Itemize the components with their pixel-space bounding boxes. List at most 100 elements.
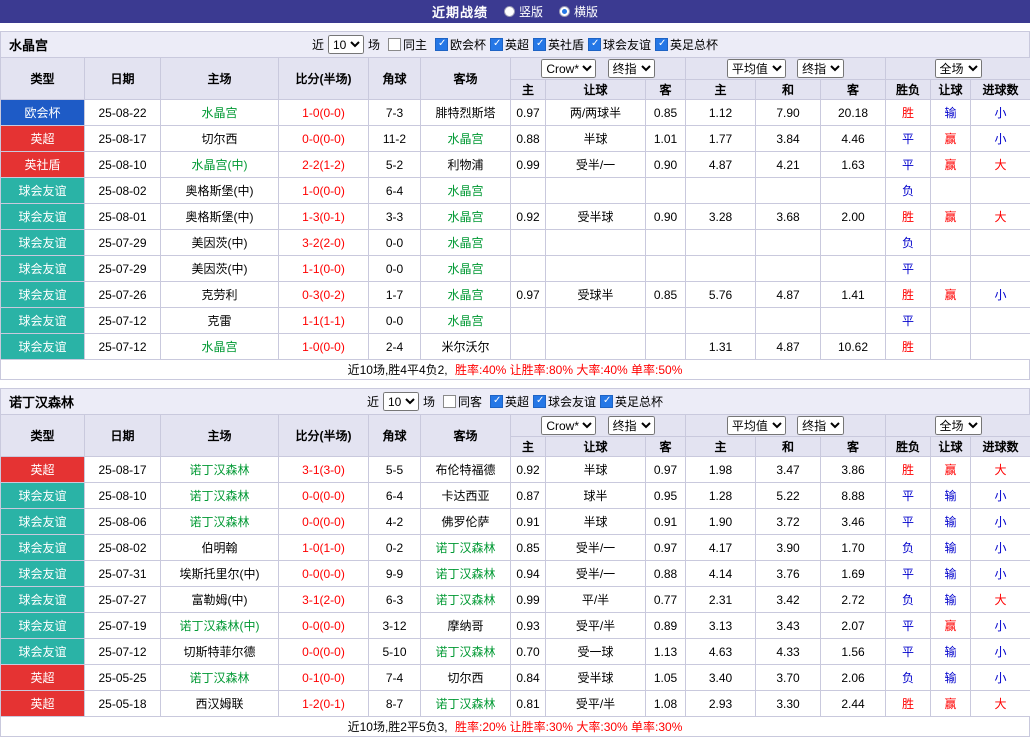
match-score[interactable]: 0-0(0-0) xyxy=(279,483,369,509)
ah-final-select[interactable]: 终指 xyxy=(608,416,655,435)
checkbox-checked-icon[interactable] xyxy=(435,38,448,51)
match-score[interactable]: 1-0(0-0) xyxy=(279,334,369,360)
away-team[interactable]: 卡达西亚 xyxy=(421,483,511,509)
home-team[interactable]: 伯明翰 xyxy=(161,535,279,561)
eu-final-select[interactable]: 终指 xyxy=(797,59,844,78)
away-team[interactable]: 水晶宫 xyxy=(421,204,511,230)
match-score[interactable]: 3-1(3-0) xyxy=(279,457,369,483)
match-score[interactable]: 1-1(0-0) xyxy=(279,256,369,282)
checkbox-unchecked-icon[interactable] xyxy=(388,38,401,51)
checkbox-unchecked-icon[interactable] xyxy=(443,395,456,408)
home-team[interactable]: 切斯特菲尔德 xyxy=(161,639,279,665)
layout-mode-vertical[interactable]: 竖版 xyxy=(504,3,543,20)
match-type-badge: 球会友谊 xyxy=(1,282,85,308)
home-team[interactable]: 西汉姆联 xyxy=(161,691,279,717)
radio-vertical-icon[interactable] xyxy=(504,6,515,17)
fulltime-select[interactable]: 全场 xyxy=(935,416,982,435)
away-team[interactable]: 摩纳哥 xyxy=(421,613,511,639)
home-team[interactable]: 诺丁汉森林 xyxy=(161,665,279,691)
col-type: 类型 xyxy=(1,415,85,457)
match-score[interactable]: 3-2(2-0) xyxy=(279,230,369,256)
away-team[interactable]: 诺丁汉森林 xyxy=(421,535,511,561)
away-team[interactable]: 水晶宫 xyxy=(421,230,511,256)
away-team[interactable]: 诺丁汉森林 xyxy=(421,639,511,665)
eu-average-select[interactable]: 平均值 xyxy=(727,59,786,78)
ah-final-select[interactable]: 终指 xyxy=(608,59,655,78)
league-filter[interactable]: 欧会杯 xyxy=(435,36,486,53)
league-filter[interactable]: 英足总杯 xyxy=(655,36,718,53)
home-team[interactable]: 诺丁汉森林 xyxy=(161,509,279,535)
away-team[interactable]: 诺丁汉森林 xyxy=(421,561,511,587)
away-team[interactable]: 水晶宫 xyxy=(421,308,511,334)
home-team[interactable]: 诺丁汉森林 xyxy=(161,483,279,509)
radio-horizontal-icon[interactable] xyxy=(559,6,570,17)
away-team[interactable]: 佛罗伦萨 xyxy=(421,509,511,535)
match-score[interactable]: 3-1(2-0) xyxy=(279,587,369,613)
match-score[interactable]: 0-1(0-0) xyxy=(279,665,369,691)
eu-final-select[interactable]: 终指 xyxy=(797,416,844,435)
match-score[interactable]: 0-0(0-0) xyxy=(279,561,369,587)
checkbox-checked-icon[interactable] xyxy=(588,38,601,51)
checkbox-checked-icon[interactable] xyxy=(490,38,503,51)
home-team[interactable]: 水晶宫(中) xyxy=(161,152,279,178)
away-team[interactable]: 水晶宫 xyxy=(421,126,511,152)
match-count-select[interactable]: 10 xyxy=(383,392,419,411)
away-team[interactable]: 水晶宫 xyxy=(421,282,511,308)
layout-mode-horizontal[interactable]: 横版 xyxy=(559,3,598,20)
checkbox-checked-icon[interactable] xyxy=(533,38,546,51)
away-team[interactable]: 水晶宫 xyxy=(421,256,511,282)
league-filter[interactable]: 球会友谊 xyxy=(533,393,596,410)
match-score[interactable]: 2-2(1-2) xyxy=(279,152,369,178)
home-team[interactable]: 富勒姆(中) xyxy=(161,587,279,613)
home-team[interactable]: 奥格斯堡(中) xyxy=(161,178,279,204)
league-filter[interactable]: 英社盾 xyxy=(533,36,584,53)
away-team[interactable]: 诺丁汉森林 xyxy=(421,587,511,613)
bookmaker-select[interactable]: Crow* xyxy=(541,416,596,435)
fulltime-select[interactable]: 全场 xyxy=(935,59,982,78)
same-venue-filter[interactable]: 同主 xyxy=(388,36,427,53)
match-score[interactable]: 1-3(0-1) xyxy=(279,204,369,230)
league-filter[interactable]: 英足总杯 xyxy=(600,393,663,410)
match-score[interactable]: 0-0(0-0) xyxy=(279,639,369,665)
away-team[interactable]: 腓特烈斯塔 xyxy=(421,100,511,126)
match-score[interactable]: 0-0(0-0) xyxy=(279,613,369,639)
league-filter[interactable]: 球会友谊 xyxy=(588,36,651,53)
home-team[interactable]: 美因茨(中) xyxy=(161,230,279,256)
home-team[interactable]: 埃斯托里尔(中) xyxy=(161,561,279,587)
match-count-select[interactable]: 10 xyxy=(328,35,364,54)
away-team[interactable]: 米尔沃尔 xyxy=(421,334,511,360)
match-score[interactable]: 0-3(0-2) xyxy=(279,282,369,308)
ah-away-odds xyxy=(646,334,686,360)
match-score[interactable]: 1-0(0-0) xyxy=(279,178,369,204)
away-team[interactable]: 水晶宫 xyxy=(421,178,511,204)
league-filter[interactable]: 英超 xyxy=(490,393,529,410)
match-score[interactable]: 1-0(0-0) xyxy=(279,100,369,126)
same-venue-filter[interactable]: 同客 xyxy=(443,393,482,410)
home-team[interactable]: 水晶宫 xyxy=(161,334,279,360)
home-team[interactable]: 切尔西 xyxy=(161,126,279,152)
match-score[interactable]: 1-1(1-1) xyxy=(279,308,369,334)
away-team[interactable]: 利物浦 xyxy=(421,152,511,178)
home-team[interactable]: 诺丁汉森林 xyxy=(161,457,279,483)
home-team[interactable]: 美因茨(中) xyxy=(161,256,279,282)
match-score[interactable]: 1-0(1-0) xyxy=(279,535,369,561)
home-team[interactable]: 水晶宫 xyxy=(161,100,279,126)
bookmaker-select[interactable]: Crow* xyxy=(541,59,596,78)
match-score[interactable]: 0-0(0-0) xyxy=(279,509,369,535)
home-team[interactable]: 克雷 xyxy=(161,308,279,334)
match-score[interactable]: 0-0(0-0) xyxy=(279,126,369,152)
checkbox-checked-icon[interactable] xyxy=(655,38,668,51)
checkbox-checked-icon[interactable] xyxy=(533,395,546,408)
away-team[interactable]: 布伦特福德 xyxy=(421,457,511,483)
checkbox-checked-icon[interactable] xyxy=(490,395,503,408)
eu-average-select[interactable]: 平均值 xyxy=(727,416,786,435)
league-filter[interactable]: 英超 xyxy=(490,36,529,53)
checkbox-checked-icon[interactable] xyxy=(600,395,613,408)
away-team[interactable]: 诺丁汉森林 xyxy=(421,691,511,717)
home-team[interactable]: 奥格斯堡(中) xyxy=(161,204,279,230)
home-team[interactable]: 克劳利 xyxy=(161,282,279,308)
match-score[interactable]: 1-2(0-1) xyxy=(279,691,369,717)
home-team[interactable]: 诺丁汉森林(中) xyxy=(161,613,279,639)
away-team[interactable]: 切尔西 xyxy=(421,665,511,691)
ah-home-odds: 0.92 xyxy=(511,457,546,483)
